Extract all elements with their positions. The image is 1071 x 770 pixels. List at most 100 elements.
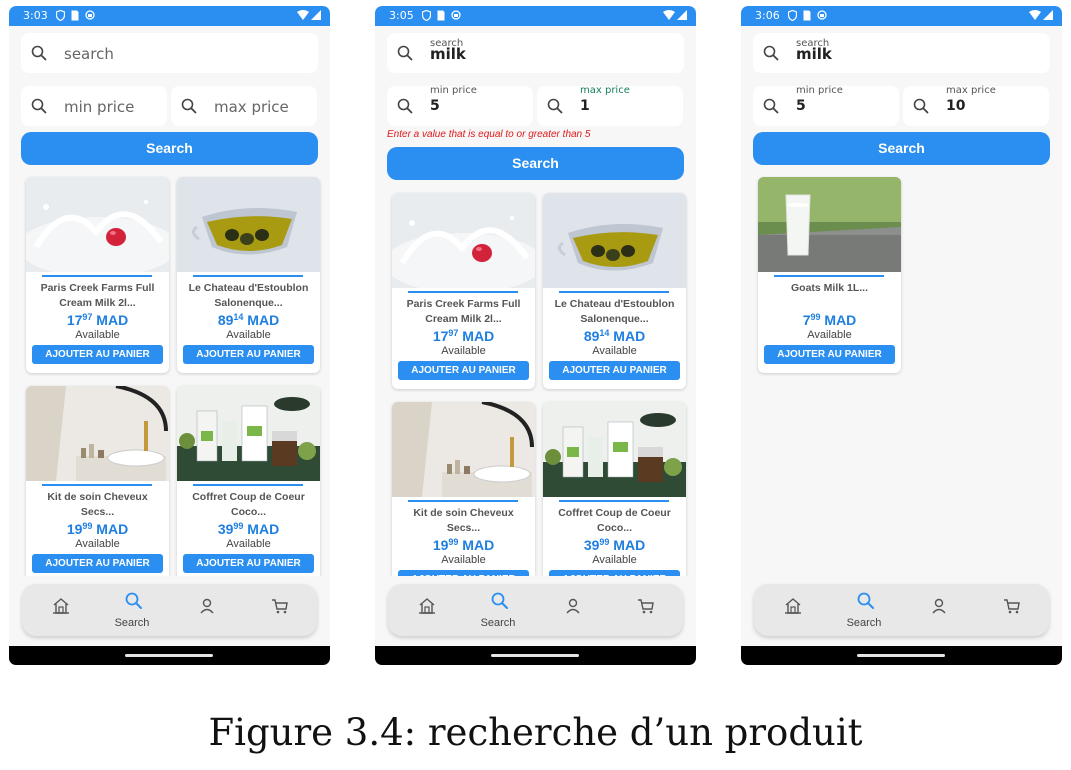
product-name-line1: Le Chateau d'Estoublon	[554, 298, 675, 310]
product-card[interactable]: Kit de soin Cheveux Secs... 1999 MAD Availa…	[26, 386, 169, 576]
max-price-input[interactable]: max price 1	[537, 85, 683, 126]
card-divider	[193, 484, 303, 486]
add-to-cart-button[interactable]: AJOUTER AU PANIER	[549, 570, 680, 576]
product-name: Paris Creek Farms Full Cream Milk 2l...	[30, 281, 165, 311]
search-button[interactable]: Search	[387, 147, 684, 180]
phone-screen-3: 3:06 search milk min price 5 max price 10 Searc…	[741, 6, 1062, 665]
nav-profile[interactable]	[170, 584, 240, 636]
product-card[interactable]: Paris Creek Farms Full Cream Milk 2l... 17…	[392, 193, 535, 389]
price-decimals: 99	[82, 521, 93, 531]
product-card[interactable]: Le Chateau d'Estoublon Salonenque... 8914 …	[543, 193, 686, 389]
price-integer: 39	[217, 521, 234, 537]
search-button[interactable]: Search	[753, 132, 1050, 165]
nav-search[interactable]: Search	[463, 584, 533, 636]
figure-caption: Figure 3.4: recherche d’un produit	[208, 711, 863, 754]
card-divider	[408, 500, 518, 502]
search-input[interactable]: search milk	[387, 33, 684, 73]
shield-icon	[56, 10, 65, 21]
nav-cart[interactable]	[243, 584, 313, 636]
product-name-line2: Coco...	[596, 522, 632, 534]
add-to-cart-button[interactable]: AJOUTER AU PANIER	[549, 361, 680, 380]
search-icon	[124, 591, 144, 611]
add-to-cart-button[interactable]: AJOUTER AU PANIER	[398, 361, 529, 380]
price-currency: MAD	[96, 312, 129, 328]
add-to-cart-button[interactable]: AJOUTER AU PANIER	[32, 554, 163, 573]
shield-icon	[788, 10, 797, 21]
product-name-line2: Secs...	[446, 522, 481, 534]
system-navigation-bar	[741, 646, 1062, 665]
max-price-label: max price	[580, 85, 630, 96]
search-input[interactable]: search milk	[753, 33, 1050, 73]
product-image[interactable]	[543, 402, 686, 497]
shield-icon	[422, 10, 431, 21]
add-to-cart-button[interactable]: AJOUTER AU PANIER	[764, 345, 895, 364]
nav-cart[interactable]	[609, 584, 679, 636]
min-price-value: 5	[796, 98, 806, 114]
availability-label: Available	[441, 345, 486, 357]
product-name-line2: Salonenque...	[580, 313, 649, 325]
max-price-input[interactable]: max price 10	[903, 85, 1049, 126]
home-icon	[51, 596, 71, 616]
home-gesture-handle[interactable]	[125, 654, 213, 657]
product-card[interactable]: Coffret Coup de Coeur Coco... 3999 MAD Avai…	[543, 402, 686, 576]
product-image[interactable]	[26, 386, 169, 481]
price-currency: MAD	[462, 537, 495, 553]
nav-home[interactable]	[756, 584, 826, 636]
add-to-cart-button[interactable]: AJOUTER AU PANIER	[398, 570, 529, 576]
price-currency: MAD	[247, 521, 280, 537]
nav-search[interactable]: Search	[829, 584, 899, 636]
product-card[interactable]: Kit de soin Cheveux Secs... 1999 MAD Availa…	[392, 402, 535, 576]
product-image[interactable]	[177, 177, 320, 272]
search-input[interactable]: search	[21, 33, 318, 73]
home-icon	[783, 596, 803, 616]
product-image[interactable]	[543, 193, 686, 288]
price-decimals: 99	[448, 537, 459, 547]
price-integer: 7	[802, 312, 811, 328]
product-card[interactable]: Goats Milk 1L... 799 MAD Available AJOUTER …	[758, 177, 901, 373]
price-decimals: 97	[448, 328, 459, 338]
home-gesture-handle[interactable]	[491, 654, 579, 657]
nav-home[interactable]	[390, 584, 460, 636]
product-name: Paris Creek Farms Full Cream Milk 2l...	[396, 297, 531, 327]
product-card[interactable]: Coffret Coup de Coeur Coco... 3999 MAD Avai…	[177, 386, 320, 576]
add-to-cart-button[interactable]: AJOUTER AU PANIER	[183, 554, 314, 573]
min-price-input[interactable]: min price	[21, 86, 167, 126]
search-icon	[547, 98, 563, 114]
cart-icon	[270, 596, 290, 616]
product-image[interactable]	[26, 177, 169, 272]
max-price-input[interactable]: max price	[171, 86, 317, 126]
wifi-icon	[297, 10, 309, 20]
product-image[interactable]	[392, 402, 535, 497]
data-saver-icon	[85, 10, 95, 20]
min-price-input[interactable]: min price 5	[753, 85, 899, 126]
max-price-value: 10	[946, 98, 966, 114]
nav-profile[interactable]	[902, 584, 972, 636]
product-card[interactable]: Le Chateau d'Estoublon Salonenque... 8914 …	[177, 177, 320, 373]
product-name-line1: Paris Creek Farms Full	[40, 282, 155, 294]
max-price-placeholder: max price	[214, 98, 289, 116]
price-integer: 17	[432, 328, 449, 344]
search-button[interactable]: Search	[21, 132, 318, 165]
nav-cart[interactable]	[975, 584, 1045, 636]
product-card[interactable]: Paris Creek Farms Full Cream Milk 2l... 17…	[26, 177, 169, 373]
product-price: 1797 MAD	[26, 312, 169, 328]
status-time: 3:05	[389, 9, 414, 22]
product-image[interactable]	[392, 193, 535, 288]
product-name-line2: Secs...	[80, 506, 115, 518]
max-price-label: max price	[946, 85, 996, 96]
nav-home[interactable]	[24, 584, 94, 636]
search-value: milk	[796, 45, 832, 63]
product-image[interactable]	[758, 177, 901, 272]
add-to-cart-button[interactable]: AJOUTER AU PANIER	[183, 345, 314, 364]
min-price-input[interactable]: min price 5	[387, 85, 533, 126]
home-gesture-handle[interactable]	[857, 654, 945, 657]
wifi-icon	[1029, 10, 1041, 20]
nav-profile[interactable]	[536, 584, 606, 636]
product-image[interactable]	[177, 386, 320, 481]
card-divider	[559, 500, 669, 502]
price-integer: 17	[66, 312, 83, 328]
nav-search[interactable]: Search	[97, 584, 167, 636]
availability-label: Available	[592, 345, 637, 357]
status-bar: 3:03	[9, 6, 330, 26]
add-to-cart-button[interactable]: AJOUTER AU PANIER	[32, 345, 163, 364]
